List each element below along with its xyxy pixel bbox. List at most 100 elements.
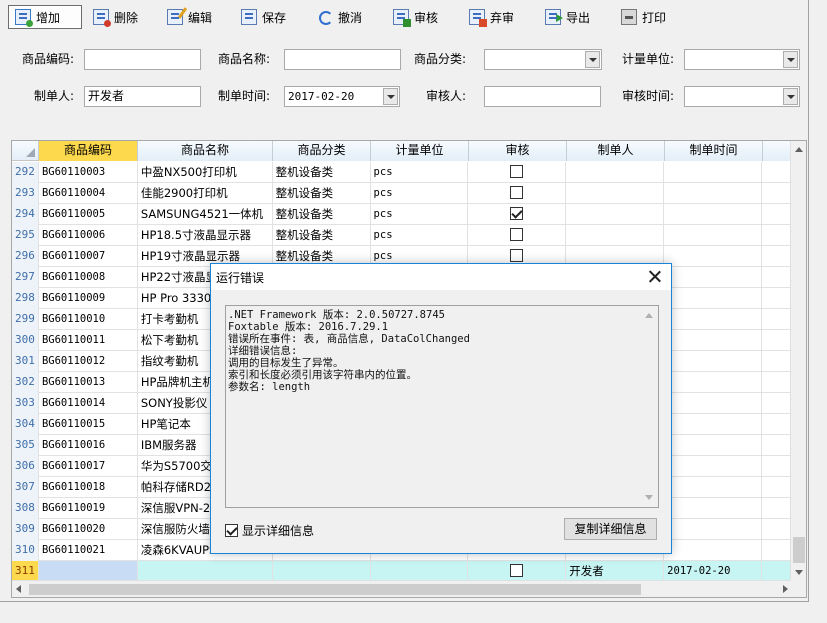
cell-code[interactable]: BG60110010	[39, 309, 138, 330]
cell-code[interactable]: BG60110003	[39, 162, 138, 183]
cell-time[interactable]: 2017-02-20	[664, 561, 763, 582]
row-number[interactable]: 310	[12, 540, 39, 561]
create-time-picker[interactable]: 2017-02-20	[284, 86, 400, 107]
column-header-creator[interactable]: 制单人	[567, 141, 665, 161]
delete-button[interactable]: 删除	[86, 5, 156, 29]
detail-scrollbar[interactable]	[641, 307, 657, 506]
row-number[interactable]: 304	[12, 414, 39, 435]
cell-time[interactable]	[664, 519, 763, 540]
cell-time[interactable]	[664, 435, 763, 456]
row-number[interactable]: 292	[12, 162, 39, 183]
scroll-left-icon[interactable]	[16, 585, 21, 593]
horizontal-scrollbar[interactable]	[12, 580, 792, 597]
cell-code[interactable]: BG60110011	[39, 330, 138, 351]
cell-category[interactable]: 整机设备类	[273, 225, 371, 246]
close-icon[interactable]	[645, 267, 665, 287]
table-row[interactable]: 294 BG60110005 SAMSUNG4521一体机 整机设备类 pcs	[12, 204, 793, 225]
cell-time[interactable]	[664, 309, 763, 330]
cell-unit[interactable]: pcs	[371, 225, 469, 246]
cell-audit[interactable]	[468, 225, 567, 246]
cell-time[interactable]	[664, 330, 763, 351]
scroll-down-icon[interactable]	[645, 495, 653, 500]
cell-time[interactable]	[664, 393, 763, 414]
audit-checkbox[interactable]	[510, 249, 524, 262]
unit-dropdown[interactable]	[684, 49, 800, 70]
cell-code[interactable]	[38, 561, 138, 582]
cell-time[interactable]	[664, 162, 763, 183]
vertical-scroll-thumb[interactable]	[793, 537, 805, 563]
row-number[interactable]: 306	[12, 456, 39, 477]
row-number[interactable]: 297	[12, 267, 39, 288]
cell-unit[interactable]: pcs	[371, 162, 469, 183]
audit-button[interactable]: 审核	[386, 5, 458, 29]
show-detail-option[interactable]: 显示详细信息	[225, 522, 314, 539]
row-number[interactable]: 302	[12, 372, 39, 393]
cell-time[interactable]	[664, 267, 763, 288]
row-number[interactable]: 311	[12, 561, 39, 582]
horizontal-scroll-thumb[interactable]	[29, 584, 641, 595]
save-button[interactable]: 保存	[234, 5, 306, 29]
cell-code[interactable]: BG60110007	[39, 246, 138, 267]
row-number[interactable]: 305	[12, 435, 39, 456]
cell-code[interactable]: BG60110009	[39, 288, 138, 309]
cell-category[interactable]: 整机设备类	[273, 162, 371, 183]
product-code-field[interactable]	[84, 49, 201, 70]
cell-time[interactable]	[664, 225, 763, 246]
cell-code[interactable]: BG60110019	[39, 498, 138, 519]
undo-button[interactable]: 撤消	[310, 5, 382, 29]
cell-time[interactable]	[664, 246, 763, 267]
cell-creator[interactable]	[566, 225, 665, 246]
auditor-field[interactable]	[484, 86, 601, 107]
creator-field[interactable]: 开发者	[84, 86, 201, 107]
cell-creator[interactable]	[566, 183, 665, 204]
product-name-field[interactable]	[284, 49, 401, 70]
add-button[interactable]: 增加	[8, 5, 82, 29]
cell-time[interactable]	[664, 456, 763, 477]
audit-checkbox[interactable]	[510, 165, 524, 178]
cell-name[interactable]: HP18.5寸液晶显示器	[138, 225, 273, 246]
cell-code[interactable]: BG60110015	[39, 414, 138, 435]
cell-time[interactable]	[664, 540, 763, 561]
cell-creator[interactable]	[566, 162, 665, 183]
cell-unit[interactable]: pcs	[371, 183, 469, 204]
cell-time[interactable]	[664, 183, 763, 204]
row-number[interactable]: 308	[12, 498, 39, 519]
cell-creator[interactable]	[566, 204, 665, 225]
new-record-row[interactable]: 311 开发者 2017-02-20	[12, 561, 793, 582]
cell-name[interactable]: 佳能2900打印机	[138, 183, 273, 204]
cell-code[interactable]: BG60110008	[39, 267, 138, 288]
error-detail-textbox[interactable]: .NET Framework 版本: 2.0.50727.8745 Foxtabl…	[225, 305, 659, 508]
cell-time[interactable]	[664, 372, 763, 393]
cell-time[interactable]	[664, 477, 763, 498]
cell-code[interactable]: BG60110014	[39, 393, 138, 414]
cell-audit[interactable]	[468, 204, 567, 225]
column-header-audit[interactable]: 审核	[469, 141, 567, 161]
column-header-name[interactable]: 商品名称	[138, 141, 273, 161]
unaudit-button[interactable]: 弃审	[462, 5, 534, 29]
cell-category[interactable]: 整机设备类	[273, 204, 371, 225]
grid-corner[interactable]	[12, 141, 39, 160]
column-header-code[interactable]: 商品编码	[39, 141, 138, 161]
audit-checkbox[interactable]	[510, 207, 524, 220]
cell-code[interactable]: BG60110005	[39, 204, 138, 225]
row-number[interactable]: 299	[12, 309, 39, 330]
row-number[interactable]: 301	[12, 351, 39, 372]
copy-detail-button[interactable]: 复制详细信息	[564, 518, 657, 540]
audit-checkbox[interactable]	[510, 186, 524, 199]
column-header-time[interactable]: 制单时间	[665, 141, 763, 161]
cell-code[interactable]: BG60110016	[39, 435, 138, 456]
table-row[interactable]: 295 BG60110006 HP18.5寸液晶显示器 整机设备类 pcs	[12, 225, 793, 246]
chevron-down-icon[interactable]	[783, 51, 798, 68]
audit-checkbox[interactable]	[510, 228, 524, 241]
table-row[interactable]: 293 BG60110004 佳能2900打印机 整机设备类 pcs	[12, 183, 793, 204]
cell-code[interactable]: BG60110021	[39, 540, 138, 561]
cell-code[interactable]: BG60110013	[39, 372, 138, 393]
cell-name[interactable]: 中盈NX500打印机	[138, 162, 273, 183]
cell-audit[interactable]	[468, 561, 567, 582]
scroll-up-icon[interactable]	[795, 147, 803, 152]
row-number[interactable]: 303	[12, 393, 39, 414]
row-number[interactable]: 295	[12, 225, 39, 246]
cell-name[interactable]	[138, 561, 273, 582]
edit-button[interactable]: 编辑	[160, 5, 230, 29]
scroll-down-icon[interactable]	[795, 570, 803, 575]
